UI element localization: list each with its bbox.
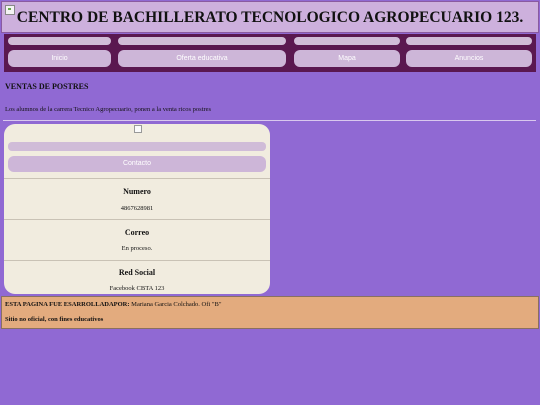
phone-value: 4867628981 <box>120 205 154 212</box>
nav-decor-bar <box>294 37 400 45</box>
nav-link-inicio[interactable]: Inicio <box>8 50 111 67</box>
nav-item-mapa: Mapa <box>294 37 400 69</box>
nav-decor-bar <box>8 37 111 45</box>
footer-credit: ESTA PAGINA FUE ESARROLLADAPOR: Mariana … <box>5 301 222 308</box>
nav-link-anuncios[interactable]: Anuncios <box>406 50 532 67</box>
nav-decor-bar <box>406 37 532 45</box>
site-header: CENTRO DE BACHILLERATO TECNOLOGICO AGROP… <box>1 1 539 33</box>
nav-decor-bar <box>118 37 286 45</box>
nav-link-mapa[interactable]: Mapa <box>294 50 400 67</box>
nav-item-anuncios: Anuncios <box>406 37 532 69</box>
footer-credit-label: ESTA PAGINA FUE ESARROLLADAPOR: <box>5 301 130 308</box>
card-decor-bar <box>8 142 266 151</box>
card-divider <box>4 260 270 261</box>
email-value: En proceso. <box>121 245 153 252</box>
section-title: VENTAS DE POSTRES <box>5 82 89 91</box>
nav-bar: Inicio Oferta educativa Mapa Anuncios <box>4 34 536 72</box>
nav-link-oferta-educativa[interactable]: Oferta educativa <box>118 50 286 67</box>
footer-note: Sitio no oficial, con fines educativos <box>5 316 104 323</box>
page-title: CENTRO DE BACHILLERATO TECNOLOGICO AGROP… <box>16 9 524 26</box>
contact-card: Contacto Numero 4867628981 Correo En pro… <box>4 124 270 294</box>
nav-item-inicio: Inicio <box>8 37 111 69</box>
section-text: Los alumnos de la carrera Tecnico Agrope… <box>5 106 212 113</box>
broken-image-icon <box>134 125 142 133</box>
phone-label: Numero <box>123 187 151 196</box>
nav-item-oferta: Oferta educativa <box>118 37 286 69</box>
email-label: Correo <box>124 228 150 237</box>
footer-credit-value: Mariana Garcia Colchado. Ofi "B" <box>129 301 222 308</box>
contact-button[interactable]: Contacto <box>8 156 266 172</box>
divider <box>3 120 536 121</box>
social-value: Facebook CBTA 123 <box>109 285 165 292</box>
card-divider <box>4 178 270 179</box>
card-divider <box>4 219 270 220</box>
social-label: Red Social <box>118 268 156 277</box>
page: CENTRO DE BACHILLERATO TECNOLOGICO AGROP… <box>0 0 540 405</box>
site-footer: ESTA PAGINA FUE ESARROLLADAPOR: Mariana … <box>1 296 539 329</box>
